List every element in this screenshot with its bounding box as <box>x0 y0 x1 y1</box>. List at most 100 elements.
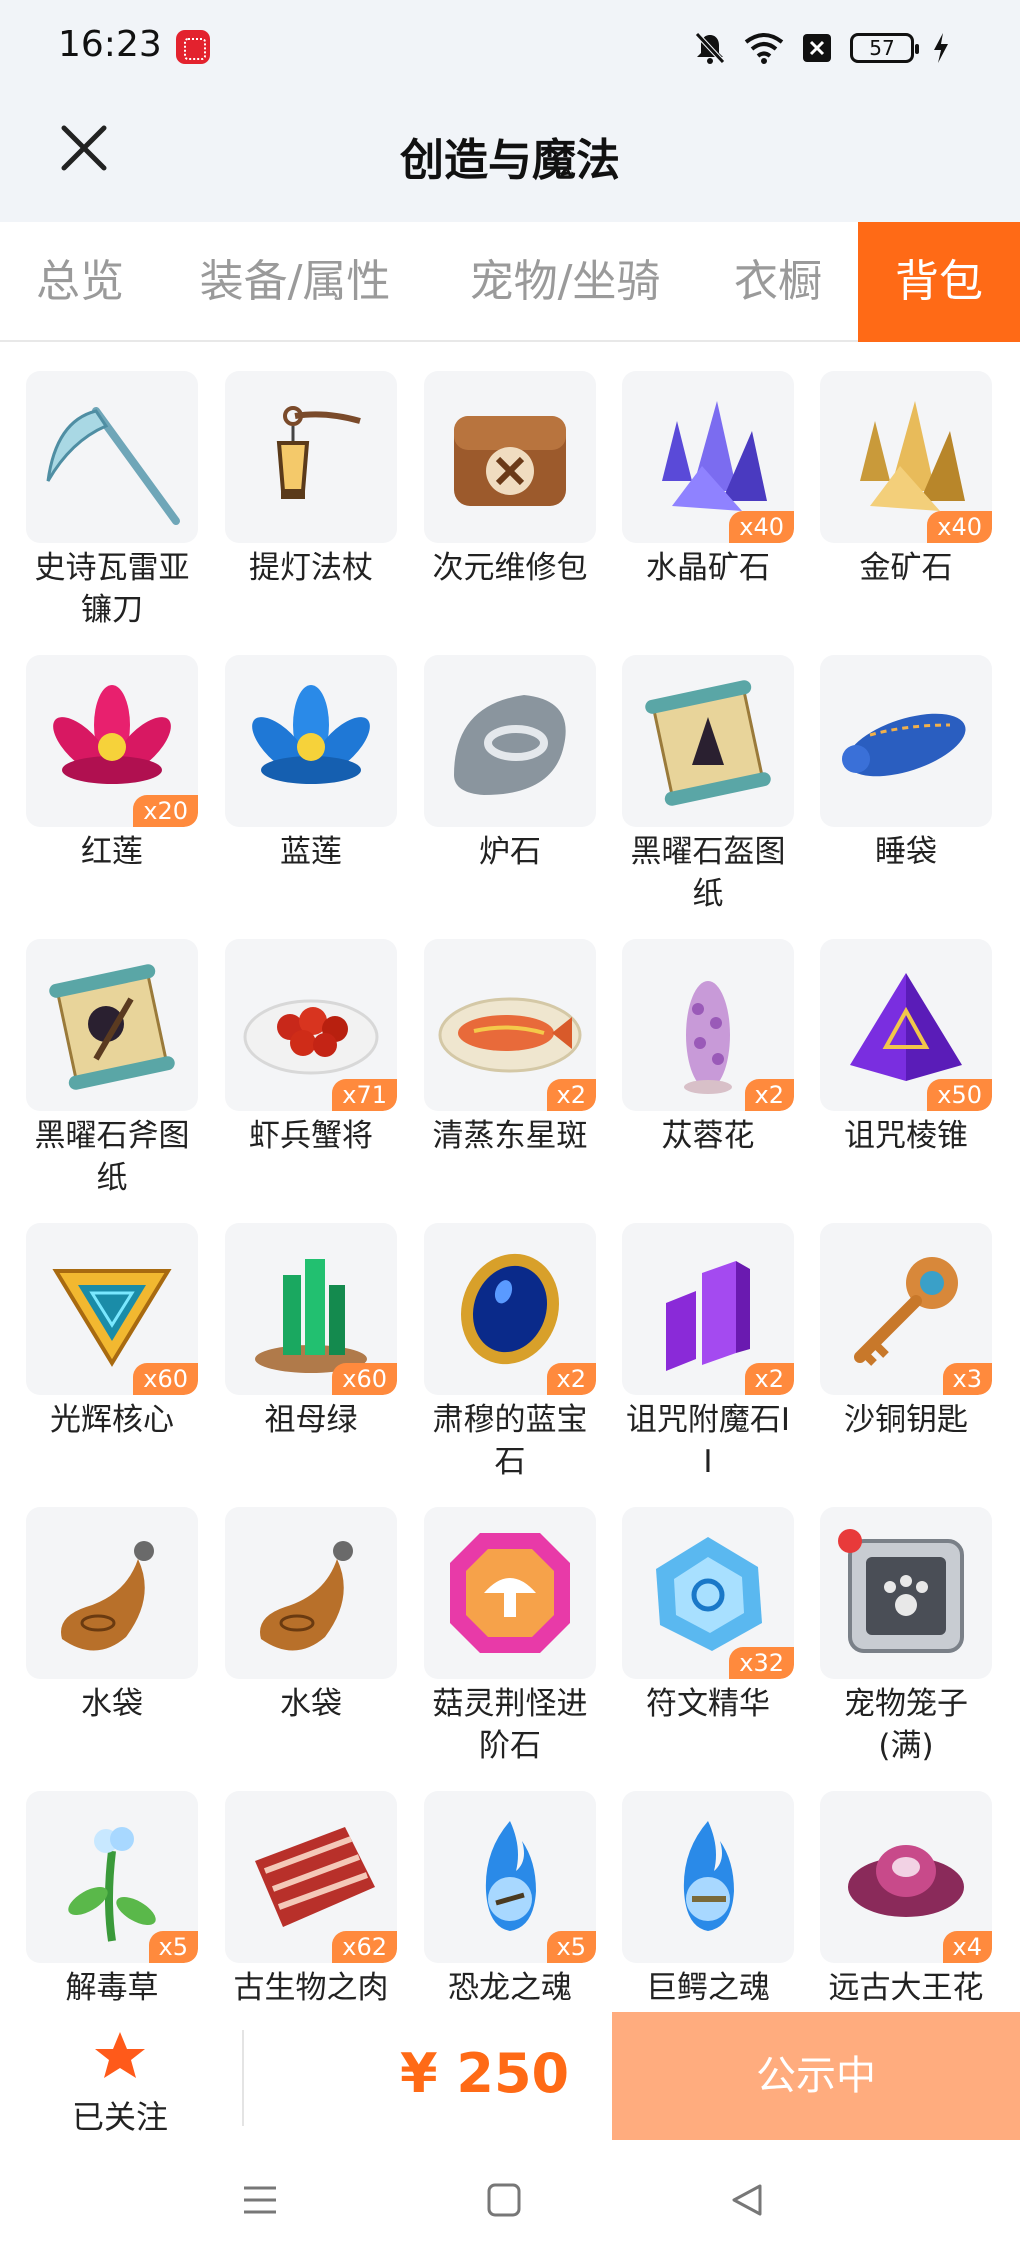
tab-equipment[interactable]: 装备/属性 <box>170 222 420 342</box>
quantity-badge: x71 <box>332 1079 397 1111</box>
blueprint-scroll-icon <box>49 964 175 1090</box>
quantity-badge: x20 <box>133 795 198 827</box>
item-tile: x40 <box>622 371 794 543</box>
bottom-action-bar: 已关注 ¥ 250 公示中 <box>0 2012 1020 2140</box>
item-tile: x32 <box>622 1507 794 1679</box>
quantity-badge: x32 <box>729 1647 794 1679</box>
item-card[interactable]: x5 恐龙之魂 <box>424 1791 596 2009</box>
item-tile: x2 <box>424 1223 596 1395</box>
app-notification-icon <box>176 30 210 64</box>
quantity-badge: x2 <box>546 1079 596 1111</box>
item-card[interactable]: 炉石 <box>424 655 596 873</box>
tab-bar: 总览 装备/属性 宠物/坐骑 衣橱 背包 <box>0 222 1020 342</box>
item-card[interactable]: x20 红莲 <box>26 655 198 873</box>
item-card[interactable]: 黑曜石斧图纸 <box>26 939 198 1199</box>
tab-overview[interactable]: 总览 <box>0 222 160 342</box>
follow-button[interactable]: 已关注 <box>40 2030 200 2138</box>
publicity-status-button[interactable]: 公示中 <box>612 2012 1020 2140</box>
quantity-badge: x60 <box>332 1363 397 1395</box>
item-tile <box>26 371 198 543</box>
item-card[interactable]: x4 远古大王花 <box>820 1791 992 2009</box>
item-card[interactable]: x60 光辉核心 <box>26 1223 198 1441</box>
item-name: 提灯法杖 <box>249 550 373 586</box>
item-name: 符文精华 <box>646 1686 770 1722</box>
item-card[interactable]: x40 金矿石 <box>820 371 992 589</box>
pet-cage-icon <box>838 1529 964 1653</box>
item-card[interactable]: 睡袋 <box>820 655 992 873</box>
quantity-badge: x40 <box>729 511 794 543</box>
item-card[interactable]: 蓝莲 <box>225 655 397 873</box>
system-nav-bar <box>0 2140 1020 2267</box>
item-name: 祖母绿 <box>264 1402 358 1438</box>
page-title: 创造与魔法 <box>400 135 620 186</box>
quantity-badge: x4 <box>942 1931 992 1963</box>
item-tile: x5 <box>424 1791 596 1963</box>
item-tile <box>424 1507 596 1679</box>
item-name: 睡袋 <box>875 834 937 870</box>
item-tile <box>622 655 794 827</box>
item-card[interactable]: x40 水晶矿石 <box>622 371 794 589</box>
item-name: 诅咒附魔石II <box>625 1402 791 1480</box>
item-card[interactable]: 提灯法杖 <box>225 371 397 589</box>
item-name: 解毒草 <box>65 1970 159 2006</box>
hearthstone-icon <box>454 695 566 795</box>
item-card[interactable]: 次元维修包 <box>424 371 596 589</box>
quantity-badge: x2 <box>744 1079 794 1111</box>
quantity-badge: x5 <box>546 1931 596 1963</box>
item-name: 苁蓉花 <box>661 1118 755 1154</box>
item-tile: x2 <box>622 939 794 1111</box>
item-name: 金矿石 <box>859 550 953 586</box>
item-card[interactable]: 宠物笼子(满) <box>820 1507 992 1767</box>
item-card[interactable]: 史诗瓦雷亚镰刀 <box>26 371 198 631</box>
back-icon[interactable] <box>728 2180 768 2220</box>
item-name: 清蒸东星斑 <box>432 1118 588 1154</box>
item-card[interactable]: x62 古生物之肉 <box>225 1791 397 2009</box>
crocodile-soul-icon <box>683 1821 734 1931</box>
item-card[interactable]: 菇灵荆怪进阶石 <box>424 1507 596 1767</box>
item-tile <box>225 371 397 543</box>
price: ¥ 250 <box>400 2042 570 2105</box>
quantity-badge: x3 <box>942 1363 992 1395</box>
tab-wardrobe[interactable]: 衣橱 <box>708 222 848 342</box>
item-card[interactable]: x50 诅咒棱锥 <box>820 939 992 1157</box>
item-card[interactable]: x2 清蒸东星斑 <box>424 939 596 1157</box>
quantity-badge: x2 <box>744 1363 794 1395</box>
menu-icon[interactable] <box>240 2180 280 2220</box>
charging-icon <box>934 33 948 63</box>
item-tile: x3 <box>820 1223 992 1395</box>
item-tile <box>424 655 596 827</box>
tab-pets[interactable]: 宠物/坐骑 <box>440 222 690 342</box>
home-icon[interactable] <box>484 2180 524 2220</box>
item-card[interactable]: x32 符文精华 <box>622 1507 794 1725</box>
status-time: 16:23 <box>58 24 162 65</box>
item-name: 蓝莲 <box>280 834 342 870</box>
quantity-badge: x62 <box>332 1931 397 1963</box>
item-card[interactable]: x2 肃穆的蓝宝石 <box>424 1223 596 1483</box>
item-card[interactable]: 巨鳄之魂 <box>622 1791 794 2009</box>
item-card[interactable]: x2 苁蓉花 <box>622 939 794 1157</box>
item-tile: x5 <box>26 1791 198 1963</box>
item-tile <box>820 655 992 827</box>
item-card[interactable]: 水袋 <box>225 1507 397 1725</box>
item-tile: x2 <box>622 1223 794 1395</box>
item-card[interactable]: x3 沙铜钥匙 <box>820 1223 992 1441</box>
item-card[interactable]: x2 诅咒附魔石II <box>622 1223 794 1483</box>
item-tile <box>424 371 596 543</box>
quantity-badge: x5 <box>148 1931 198 1963</box>
follow-label: 已关注 <box>71 2098 168 2136</box>
divider <box>242 2030 244 2126</box>
item-tile <box>622 1791 794 1963</box>
item-name: 黑曜石斧图纸 <box>34 1118 190 1196</box>
item-card[interactable]: x71 虾兵蟹将 <box>225 939 397 1157</box>
item-name: 水袋 <box>81 1686 143 1722</box>
item-tile <box>225 655 397 827</box>
tab-backpack[interactable]: 背包 <box>858 222 1020 342</box>
item-name: 次元维修包 <box>432 550 588 586</box>
sleeping-bag-icon <box>842 713 966 777</box>
scythe-icon <box>46 407 180 525</box>
item-card[interactable]: x60 祖母绿 <box>225 1223 397 1441</box>
item-card[interactable]: x5 解毒草 <box>26 1791 198 2009</box>
item-tile <box>26 939 198 1111</box>
item-card[interactable]: 黑曜石盔图纸 <box>622 655 794 915</box>
item-card[interactable]: 水袋 <box>26 1507 198 1725</box>
